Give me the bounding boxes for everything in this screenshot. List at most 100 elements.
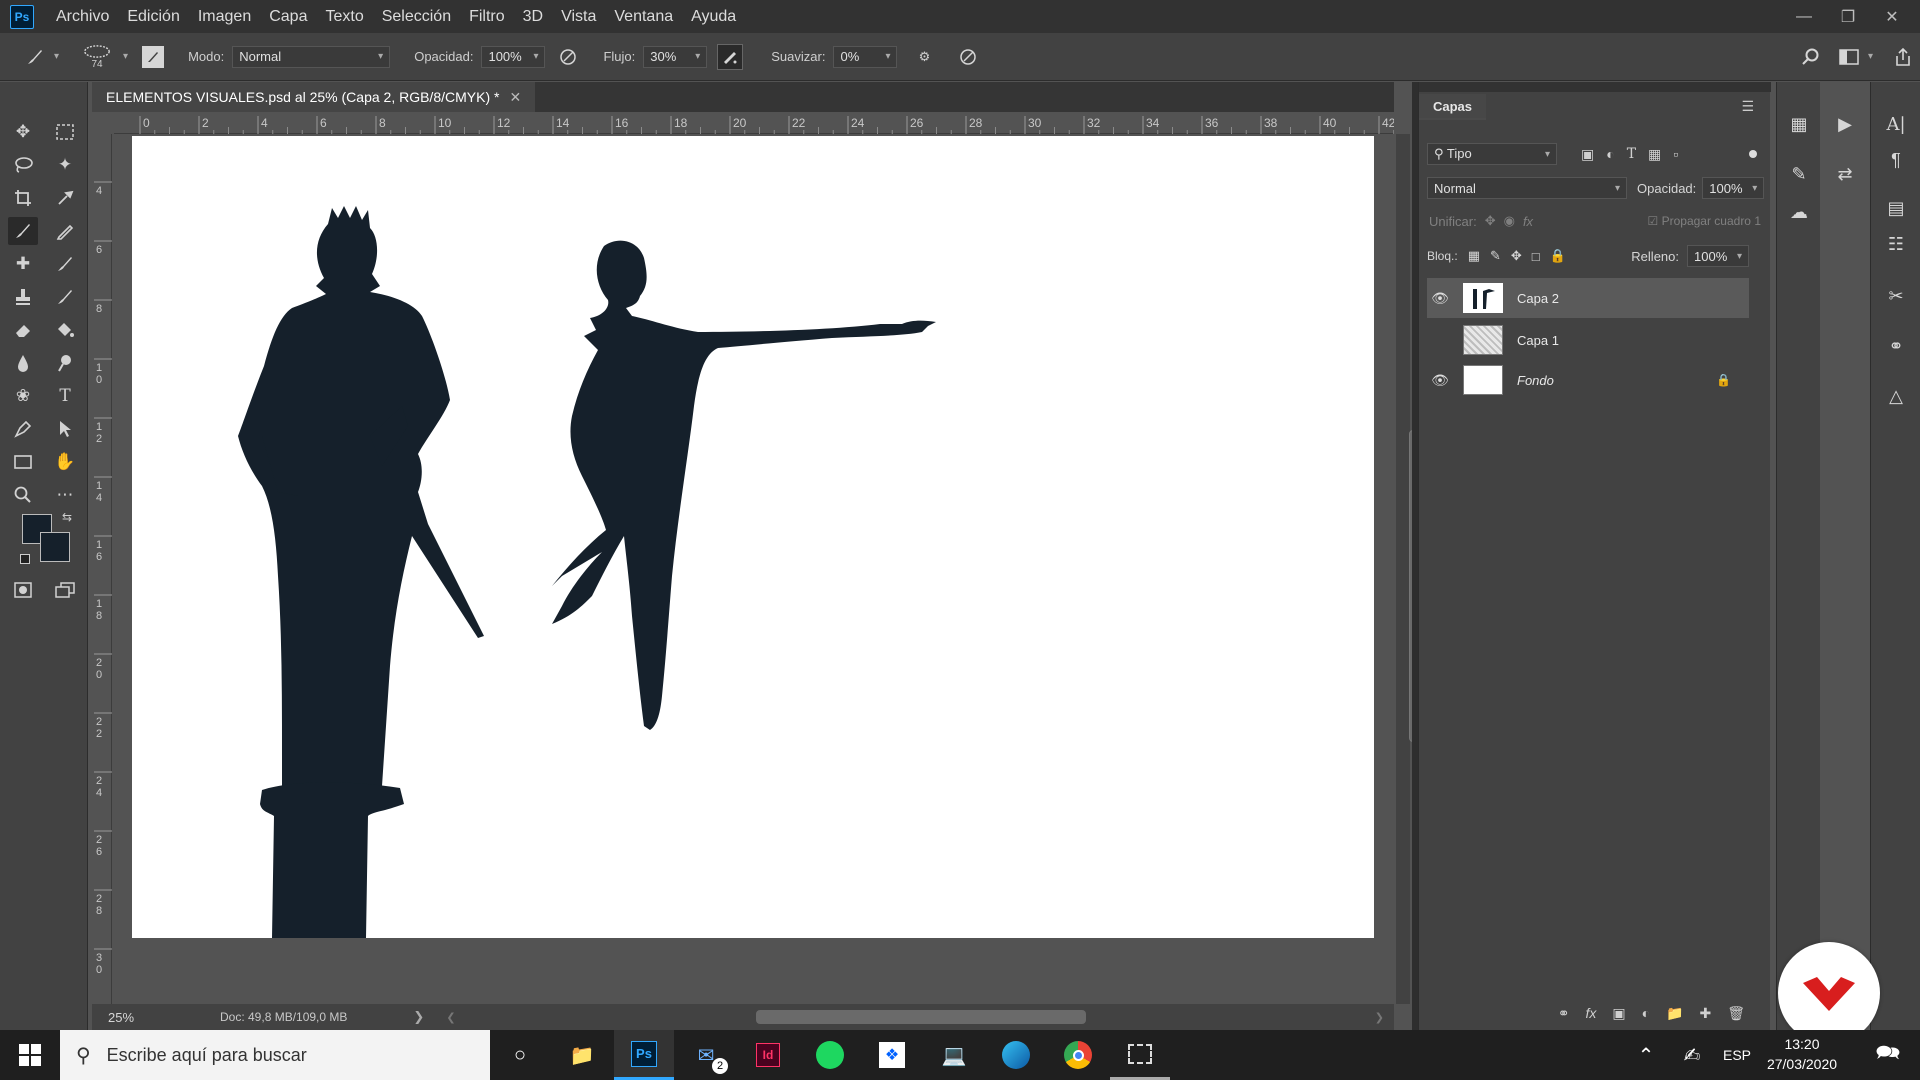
chrome-icon[interactable] — [1048, 1030, 1108, 1080]
visibility-eye-icon[interactable]: 👁 — [1427, 290, 1453, 307]
unify-position-icon[interactable]: ✥ — [1485, 213, 1496, 229]
share-icon[interactable] — [1890, 44, 1916, 70]
smoothing-input[interactable]: 0% ▾ — [833, 45, 898, 68]
paths-icon[interactable]: △ — [1874, 378, 1918, 414]
status-menu-arrow-icon[interactable]: ❯ — [413, 1009, 424, 1025]
filter-type-icon[interactable]: T — [1627, 146, 1636, 163]
path-selection-tool-icon[interactable] — [50, 415, 80, 443]
menu-filtro[interactable]: Filtro — [469, 8, 505, 26]
ruler-corner[interactable] — [92, 114, 114, 134]
lock-position-icon[interactable]: ✥ — [1511, 248, 1522, 264]
document-tab[interactable]: ELEMENTOS VISUALES.psd al 25% (Capa 2, R… — [92, 82, 536, 112]
filter-pixel-icon[interactable]: ▣ — [1581, 146, 1594, 163]
default-colors-icon[interactable] — [20, 554, 30, 564]
menu-ventana[interactable]: Ventana — [614, 8, 673, 26]
zoom-tool-icon[interactable] — [8, 481, 38, 509]
layer-row-fondo[interactable]: 👁 Fondo 🔒 — [1427, 360, 1749, 400]
menu-edicion[interactable]: Edición — [127, 8, 179, 26]
lock-all-icon[interactable]: 🔒 — [1550, 248, 1566, 264]
propagate-frame-checkbox[interactable]: ☑ Propagar cuadro 1 — [1648, 214, 1762, 228]
move-tool-icon[interactable]: ✥ — [8, 118, 38, 146]
quick-mask-icon[interactable] — [8, 576, 38, 604]
link-layers-icon[interactable]: ⚭ — [1558, 1005, 1570, 1022]
lock-image-icon[interactable]: ✎ — [1490, 248, 1501, 264]
language-indicator[interactable]: ESP — [1712, 1030, 1762, 1080]
document-size-info[interactable]: Doc: 49,8 MB/109,0 MB — [220, 1010, 347, 1024]
vertical-scrollbar[interactable] — [1396, 134, 1417, 1004]
creative-cloud-icon[interactable]: ⚭ — [1874, 328, 1918, 364]
properties-icon[interactable]: ▤ — [1874, 190, 1918, 226]
play-actions-icon[interactable]: ▶ — [1823, 106, 1867, 142]
scroll-left-icon[interactable]: ❮ — [446, 1011, 455, 1024]
menu-3d[interactable]: 3D — [523, 8, 543, 26]
snipping-tool-icon[interactable] — [1110, 1030, 1170, 1080]
crop-tool-icon[interactable] — [8, 184, 38, 212]
search-icon[interactable] — [1798, 44, 1824, 70]
add-mask-icon[interactable]: ▣ — [1612, 1005, 1625, 1022]
windows-start-icon[interactable] — [0, 1030, 60, 1080]
swap-colors-icon[interactable]: ⇆ — [62, 510, 72, 524]
pencil-tool-icon[interactable] — [50, 217, 80, 245]
magic-wand-tool-icon[interactable]: ✦ — [50, 151, 80, 179]
notifications-icon[interactable]: 🗪 — [1856, 1030, 1920, 1080]
mode-select[interactable]: Normal ▾ — [232, 45, 391, 68]
pen-tool-icon[interactable] — [8, 415, 38, 443]
layer-row-capa-2[interactable]: 👁 Capa 2 — [1427, 278, 1749, 318]
mixer-brush-tool-icon[interactable] — [50, 250, 80, 278]
horizontal-scrollbar-thumb[interactable] — [756, 1010, 1086, 1024]
indesign-icon[interactable]: Id — [738, 1030, 798, 1080]
workspace-icon[interactable] — [1836, 44, 1862, 70]
paint-bucket-tool-icon[interactable] — [50, 316, 80, 344]
notes-icon[interactable]: ☷ — [1874, 226, 1918, 262]
type-tool-icon[interactable]: T — [50, 382, 80, 410]
brush-tool-icon[interactable] — [8, 217, 38, 245]
screen-mode-icon[interactable] — [50, 576, 80, 604]
pressure-opacity-icon[interactable] — [555, 44, 581, 70]
layer-style-icon[interactable]: fx — [1585, 1005, 1596, 1021]
visibility-eye-icon[interactable]: 👁 — [1427, 372, 1453, 389]
hand-tool-icon[interactable]: ✋ — [50, 448, 80, 476]
rectangle-tool-icon[interactable] — [8, 448, 38, 476]
adjustment-layer-icon[interactable]: ◐ — [1642, 1005, 1650, 1021]
menu-vista[interactable]: Vista — [561, 8, 596, 26]
fill-input[interactable]: 100% ▾ — [1687, 245, 1749, 267]
zoom-level[interactable]: 25% — [108, 1010, 204, 1025]
unify-style-icon[interactable]: fx — [1523, 214, 1533, 229]
libraries-icon[interactable]: ▦ — [1777, 106, 1821, 142]
restore-icon[interactable]: ❐ — [1826, 0, 1870, 33]
eraser-tool-icon[interactable] — [8, 316, 38, 344]
vertical-ruler[interactable]: 4681012141618202224262830 — [92, 134, 112, 1004]
flow-input[interactable]: 30% ▾ — [643, 45, 708, 68]
new-group-icon[interactable]: 📁 — [1666, 1005, 1683, 1022]
blur-tool-icon[interactable] — [8, 349, 38, 377]
taskbar-search-box[interactable]: ⚲ Escribe aquí para buscar — [60, 1030, 490, 1080]
eyedropper-tool-icon[interactable] — [50, 184, 80, 212]
tab-capas[interactable]: Capas — [1419, 94, 1487, 120]
brush-tool-icon[interactable] — [22, 44, 48, 70]
tools-crossed-icon[interactable]: ✂ — [1874, 278, 1918, 314]
minimize-icon[interactable]: — — [1782, 0, 1826, 33]
clone-stamp-tool-icon[interactable] — [8, 283, 38, 311]
menu-archivo[interactable]: Archivo — [56, 8, 109, 26]
healing-brush-tool-icon[interactable]: ✚ — [8, 250, 38, 278]
file-explorer-icon[interactable]: 📁 — [552, 1030, 612, 1080]
filter-smart-object-icon[interactable]: ▫ — [1673, 146, 1678, 163]
panel-menu-icon[interactable]: ☰ — [1741, 98, 1754, 115]
lasso-tool-icon[interactable] — [8, 151, 38, 179]
chevron-down-icon[interactable]: ▾ — [123, 51, 128, 62]
tray-clock[interactable]: 13:20 27/03/2020 — [1760, 1034, 1844, 1074]
more-tools-icon[interactable]: ⋯ — [50, 481, 80, 509]
marquee-tool-icon[interactable] — [50, 118, 80, 146]
spotify-icon[interactable] — [800, 1030, 860, 1080]
layer-opacity-input[interactable]: 100% ▾ — [1702, 177, 1765, 199]
new-layer-icon[interactable]: ✚ — [1699, 1005, 1711, 1022]
history-brush-tool-icon[interactable] — [50, 283, 80, 311]
unify-visibility-icon[interactable]: ◉ — [1504, 213, 1515, 229]
brush-preset-picker[interactable]: 74 — [77, 44, 117, 70]
menu-texto[interactable]: Texto — [325, 8, 363, 26]
airbrush-icon[interactable] — [717, 43, 744, 70]
filter-toggle-icon[interactable] — [1749, 150, 1757, 158]
dodge-tool-icon[interactable] — [50, 349, 80, 377]
background-color-swatch[interactable] — [40, 532, 70, 562]
chevron-down-icon[interactable]: ▾ — [54, 51, 59, 62]
